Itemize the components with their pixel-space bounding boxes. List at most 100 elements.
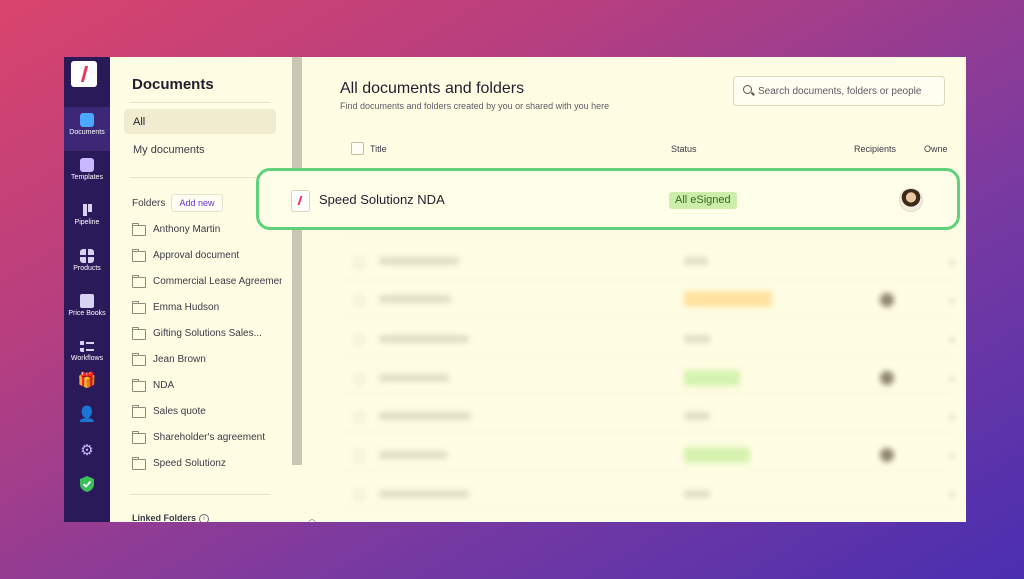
row-checkbox[interactable]	[354, 258, 364, 268]
search-input[interactable]	[758, 82, 938, 100]
folder-item[interactable]: Gifting Solutions Sales...	[132, 326, 282, 342]
row-divider	[342, 355, 952, 356]
app-window: Documents Templates Pipeline Products Pr…	[64, 57, 966, 522]
folder-item[interactable]: Sales quote	[132, 404, 282, 420]
security-shield-icon[interactable]	[64, 475, 110, 497]
avatar	[880, 371, 894, 385]
row-status-pill	[684, 291, 772, 307]
rail-label: Templates	[71, 174, 103, 181]
folder-icon	[132, 353, 146, 366]
info-icon[interactable]: i	[199, 513, 210, 522]
rail-item-products[interactable]: Products	[64, 243, 110, 287]
rail-item-price-books[interactable]: Price Books	[64, 288, 110, 332]
column-header-status[interactable]: Status	[671, 144, 697, 154]
row-title-placeholder	[379, 412, 471, 420]
row-divider	[342, 509, 952, 510]
folder-item[interactable]: Speed Solutionz	[132, 456, 282, 472]
row-checkbox[interactable]	[354, 374, 364, 384]
rail-item-pipeline[interactable]: Pipeline	[64, 197, 110, 241]
row-status-pill	[684, 370, 740, 386]
folder-label: NDA	[153, 380, 175, 391]
row-edge	[950, 299, 954, 303]
folder-label: Speed Solutionz	[153, 458, 226, 469]
rail-item-templates[interactable]: Templates	[64, 152, 110, 196]
rail-label: Products	[73, 265, 101, 272]
row-edge	[950, 338, 954, 342]
templates-icon	[80, 158, 94, 172]
folder-icon	[132, 223, 146, 236]
search-box[interactable]	[733, 76, 945, 106]
row-checkbox[interactable]	[354, 451, 364, 461]
folder-icon	[132, 405, 146, 418]
divider	[130, 177, 270, 178]
avatar	[880, 293, 894, 307]
row-edge	[950, 454, 954, 458]
folder-item[interactable]: Commercial Lease Agreement	[132, 274, 282, 290]
pipeline-icon	[80, 203, 94, 217]
row-divider	[342, 317, 952, 318]
row-status-placeholder	[684, 412, 710, 420]
settings-gear-icon[interactable]: ⚙	[64, 441, 110, 459]
select-all-checkbox[interactable]	[351, 142, 364, 155]
rail-label: Documents	[69, 129, 105, 136]
row-divider	[342, 470, 952, 471]
status-badge: All eSigned	[669, 192, 737, 209]
column-header-title[interactable]: Title	[370, 144, 387, 154]
linked-folders-heading[interactable]: Linked Folders i	[132, 513, 210, 522]
nav-item-my-documents[interactable]: My documents	[133, 144, 205, 156]
row-title-placeholder	[379, 257, 459, 265]
row-title-placeholder	[379, 451, 447, 459]
rail-label: Workflows	[70, 355, 104, 362]
rail-label: Pipeline	[74, 219, 100, 226]
row-checkbox[interactable]	[354, 412, 364, 422]
panel-scrollbar[interactable]	[292, 57, 302, 465]
row-title-placeholder	[379, 490, 469, 498]
panel-title: Documents	[132, 76, 214, 93]
folder-item[interactable]: Shareholder's agreement	[132, 430, 282, 446]
nav-item-all[interactable]: All	[124, 109, 276, 134]
folder-item[interactable]: Emma Hudson	[132, 300, 282, 316]
highlighted-document-row[interactable]: Speed Solutionz NDA All eSigned	[256, 168, 960, 230]
folder-label: Shareholder's agreement	[153, 432, 265, 443]
folder-label: Emma Hudson	[153, 302, 220, 313]
row-edge	[950, 415, 954, 419]
row-checkbox[interactable]	[354, 335, 364, 345]
row-checkbox[interactable]	[354, 296, 364, 306]
app-logo-icon[interactable]	[71, 61, 97, 87]
document-title[interactable]: Speed Solutionz NDA	[319, 192, 445, 207]
folders-heading: Folders	[132, 198, 166, 209]
price-book-icon	[80, 294, 94, 308]
rail-label: Price Books	[68, 310, 106, 317]
rail-item-documents[interactable]: Documents	[64, 107, 110, 151]
products-icon	[80, 249, 94, 263]
row-divider	[342, 431, 952, 432]
column-header-owner[interactable]: Owne	[924, 144, 948, 154]
folder-label: Gifting Solutions Sales...	[153, 328, 262, 339]
row-edge	[950, 493, 954, 497]
document-icon	[291, 190, 310, 212]
row-status-pill	[684, 447, 750, 463]
column-header-recipients[interactable]: Recipients	[854, 144, 896, 154]
gift-icon[interactable]: 🎁	[64, 371, 110, 389]
page-subtitle: Find documents and folders created by yo…	[340, 101, 610, 111]
avatar	[880, 448, 894, 462]
documents-panel: Documents All My documents Folders Add n…	[110, 57, 316, 522]
add-folder-button[interactable]: Add new	[171, 194, 223, 212]
folder-item[interactable]: Approval document	[132, 248, 282, 264]
row-status-placeholder	[684, 257, 708, 265]
folder-label: Commercial Lease Agreement	[153, 276, 282, 287]
folder-icon	[132, 301, 146, 314]
folder-label: Approval document	[153, 250, 240, 261]
folder-item[interactable]: Jean Brown	[132, 352, 282, 368]
row-title-placeholder	[379, 335, 469, 343]
documents-icon	[80, 113, 94, 127]
folder-label: Anthony Martin	[153, 224, 221, 235]
folder-icon	[132, 431, 146, 444]
row-status-placeholder	[684, 490, 710, 498]
row-checkbox[interactable]	[354, 490, 364, 500]
workflows-icon	[80, 339, 94, 353]
folder-item[interactable]: NDA	[132, 378, 282, 394]
folder-icon	[132, 275, 146, 288]
add-user-icon[interactable]: 👤	[64, 405, 110, 423]
row-title-placeholder	[379, 374, 449, 382]
